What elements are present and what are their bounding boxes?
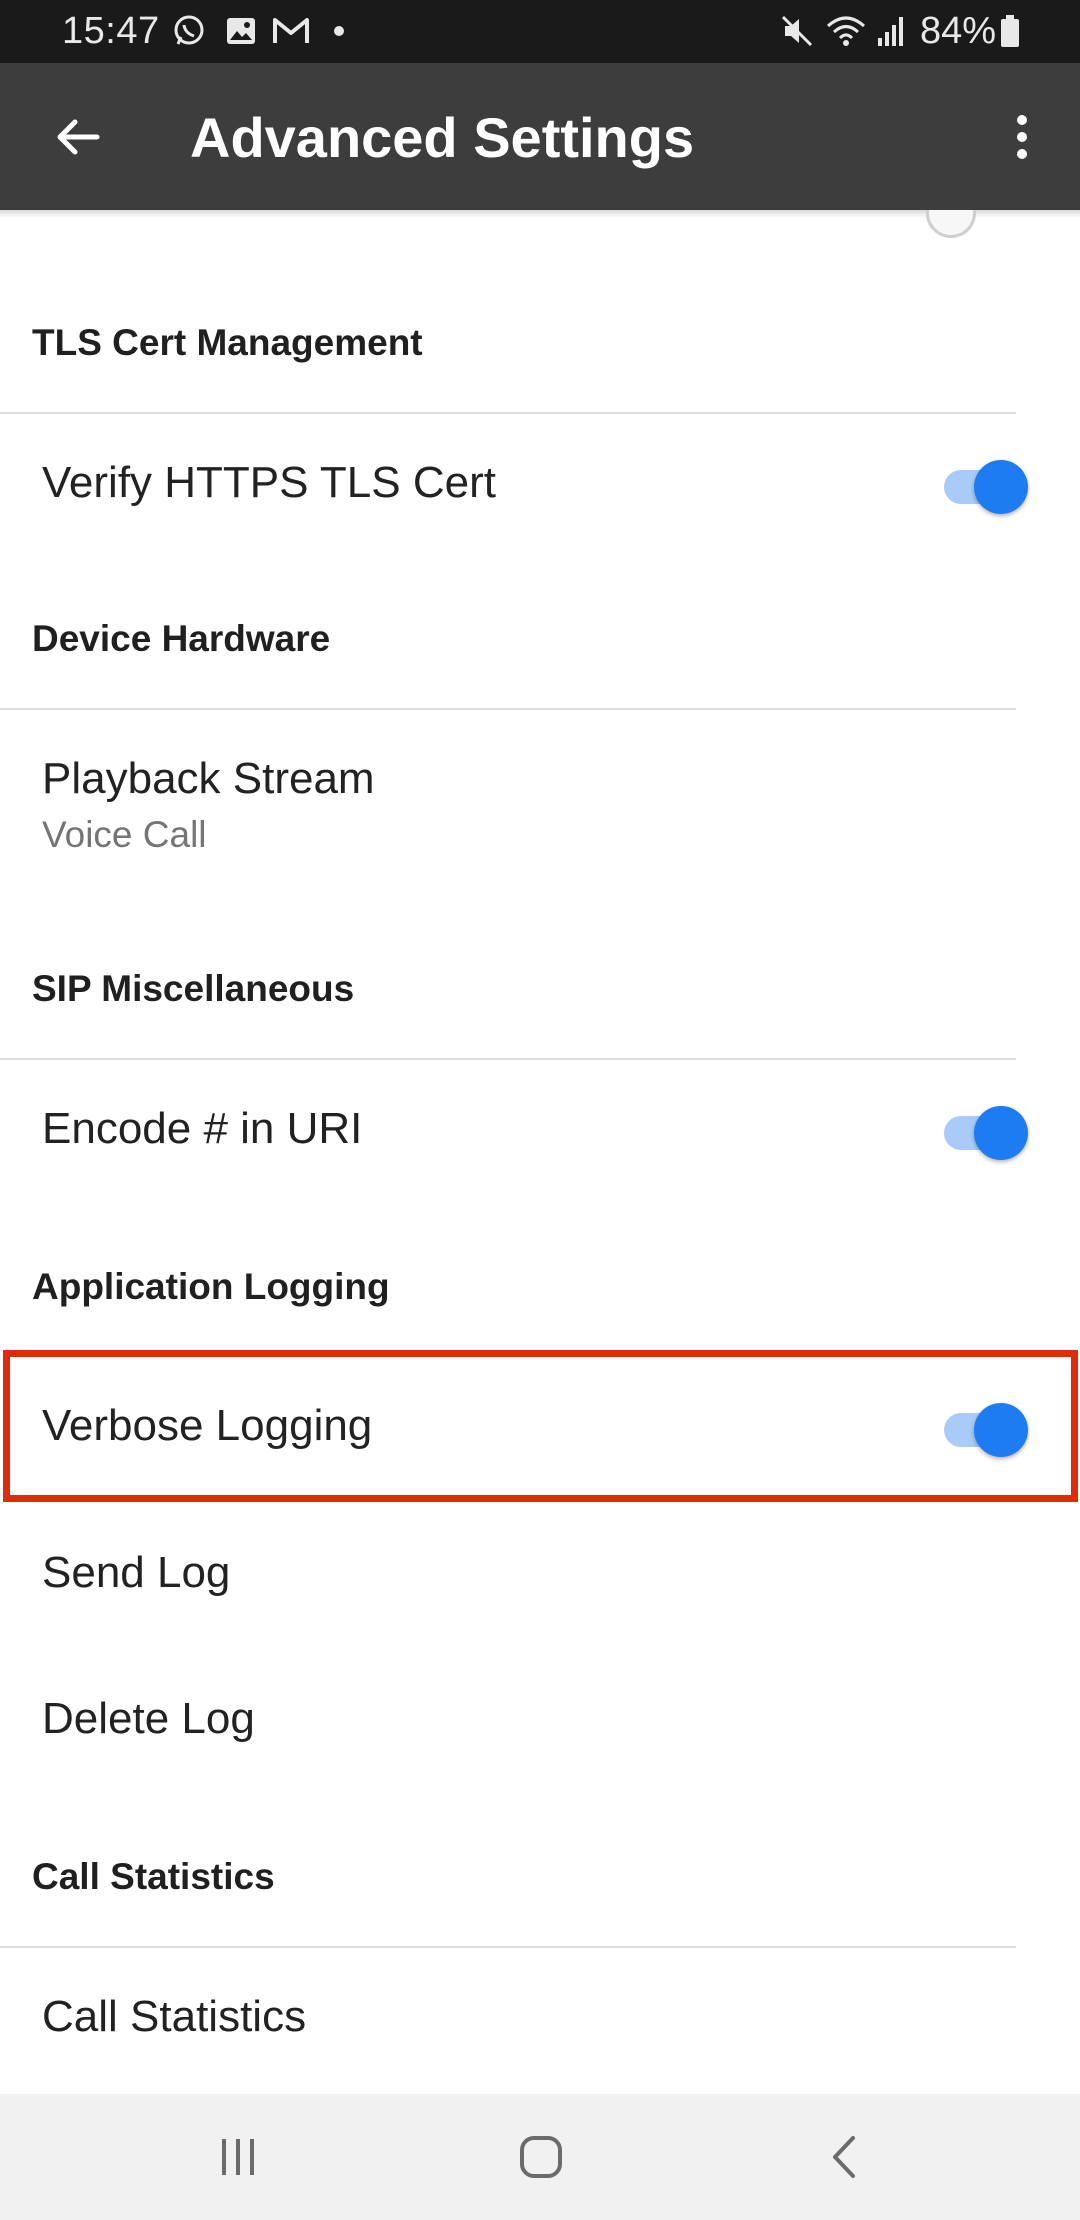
highlight-box — [3, 1350, 1078, 1502]
verify-https-toggle[interactable] — [940, 454, 1030, 514]
recent-apps-button[interactable] — [193, 2124, 283, 2190]
mute-icon — [781, 15, 813, 47]
overflow-menu-button[interactable] — [992, 99, 1052, 175]
pref-title: Playback Stream — [42, 754, 375, 803]
battery-icon — [1001, 15, 1019, 47]
switch-thumb — [974, 460, 1028, 514]
partially-visible-toggle[interactable] — [926, 210, 976, 238]
battery-percent: 84% — [920, 10, 997, 52]
system-nav-bar — [0, 2094, 1080, 2220]
send-log-row[interactable]: Send Log — [0, 1504, 1080, 1650]
section-header-logging: Application Logging — [32, 1266, 390, 1307]
nav-back-icon — [833, 2136, 855, 2178]
notification-dot-icon — [334, 26, 344, 36]
status-time: 15:47 — [62, 10, 160, 52]
gallery-icon — [227, 18, 255, 44]
scroll-shadow — [0, 210, 1080, 218]
pref-summary: Voice Call — [42, 814, 207, 855]
encode-hash-in-uri-row[interactable]: Encode # in URI — [0, 1060, 1080, 1205]
recent-apps-icon — [222, 2139, 254, 2175]
section-header-sip: SIP Miscellaneous — [32, 968, 355, 1009]
pref-title: Delete Log — [42, 1694, 255, 1743]
back-button[interactable] — [40, 99, 116, 175]
switch-thumb — [974, 1106, 1028, 1160]
playback-stream-row[interactable]: Playback Stream Voice Call — [0, 710, 1080, 890]
verify-https-tls-cert-row[interactable]: Verify HTTPS TLS Cert — [0, 414, 1080, 559]
pref-title: Verify HTTPS TLS Cert — [42, 458, 496, 507]
more-vert-icon — [1017, 115, 1027, 159]
home-icon — [520, 2136, 562, 2178]
pref-title: Call Statistics — [42, 1992, 307, 2041]
encode-hash-toggle[interactable] — [940, 1100, 1030, 1160]
wifi-icon — [827, 16, 865, 46]
app-bar: Advanced Settings — [0, 63, 1080, 210]
home-button[interactable] — [496, 2124, 586, 2190]
section-header-device: Device Hardware — [32, 618, 331, 659]
section-header-tls: TLS Cert Management — [32, 322, 423, 363]
signal-icon — [878, 17, 903, 46]
section-header-stats: Call Statistics — [32, 1856, 275, 1897]
pref-title: Encode # in URI — [42, 1104, 363, 1153]
page-title: Advanced Settings — [190, 106, 695, 169]
pref-title: Send Log — [42, 1548, 231, 1597]
gmail-icon — [273, 18, 309, 43]
delete-log-row[interactable]: Delete Log — [0, 1650, 1080, 1796]
call-statistics-row[interactable]: Call Statistics — [0, 1948, 1080, 2094]
nav-back-button[interactable] — [800, 2124, 890, 2190]
arrow-back-icon — [57, 119, 100, 155]
whatsapp-icon — [174, 15, 204, 45]
status-bar: 15:47 84% — [0, 0, 1080, 63]
settings-list[interactable]: TLS Cert Management Verify HTTPS TLS Cer… — [0, 210, 1080, 2094]
